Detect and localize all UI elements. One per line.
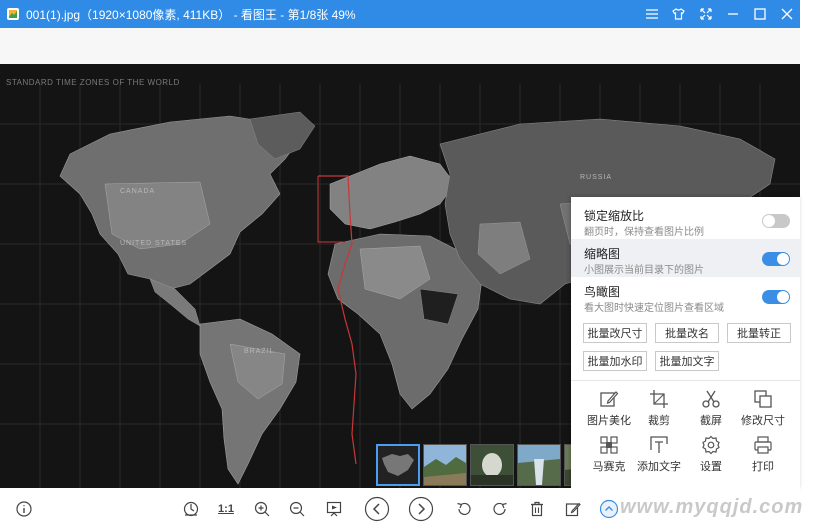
maximize-icon[interactable] — [746, 0, 773, 28]
tool-label: 马赛克 — [592, 461, 626, 473]
slideshow-icon[interactable] — [321, 496, 347, 522]
map-title: STANDARD TIME ZONES OF THE WORLD — [6, 78, 180, 87]
map-label-brazil: BRAZIL — [244, 348, 275, 355]
thumbnail-item[interactable] — [517, 444, 561, 486]
lock-zoom-toggle[interactable] — [762, 214, 790, 228]
tool-screenshot[interactable]: 截屏 — [685, 389, 737, 429]
printer-icon — [753, 435, 773, 455]
thumbnail-item[interactable] — [470, 444, 514, 486]
tool-label: 添加文字 — [637, 461, 681, 473]
tool-label: 裁剪 — [648, 415, 670, 427]
window-title: 001(1).jpg（1920×1080像素, 411KB） - 看图王 - 第… — [26, 7, 356, 22]
menu-icon[interactable] — [638, 0, 665, 28]
setting-desc: 小图展示当前目录下的图片 — [584, 265, 704, 276]
crop-icon — [649, 389, 669, 409]
setting-desc: 看大图时快速定位图片查看区域 — [584, 303, 724, 314]
batch-add-text-button[interactable]: 批量加文字 — [655, 351, 719, 371]
map-label-canada: CANADA — [120, 188, 156, 195]
gear-icon — [701, 435, 721, 455]
right-gutter — [800, 0, 825, 531]
map-label-russia: RUSSIA — [580, 174, 613, 181]
resize-icon — [753, 389, 773, 409]
rotate-right-icon[interactable] — [487, 496, 513, 522]
scissors-icon — [701, 389, 721, 409]
setting-title: 锁定缩放比 — [584, 209, 645, 223]
batch-resize-button[interactable]: 批量改尺寸 — [583, 323, 647, 343]
birdseye-toggle[interactable] — [762, 290, 790, 304]
tool-label: 图片美化 — [587, 415, 631, 427]
thumbnail-item[interactable] — [376, 444, 420, 486]
zoom-in-icon[interactable] — [249, 496, 275, 522]
settings-popup: 锁定缩放比 翻页时，保持查看图片比例 缩略图 小图展示当前目录下的图片 鸟瞰图 … — [571, 197, 800, 488]
setting-lock-zoom[interactable]: 锁定缩放比 翻页时，保持查看图片比例 — [571, 201, 800, 239]
watermark-text: www.myqqjd.com — [620, 496, 804, 518]
setting-title: 缩略图 — [584, 247, 621, 261]
thumbnails-toggle[interactable] — [762, 252, 790, 266]
prev-button[interactable] — [364, 496, 390, 522]
actual-size-button[interactable]: 1:1 — [213, 496, 239, 522]
tool-add-text[interactable]: 添加文字 — [633, 435, 685, 475]
tool-label: 修改尺寸 — [741, 415, 785, 427]
tool-print[interactable]: 打印 — [737, 435, 789, 475]
toolbar-area — [0, 28, 800, 64]
actual-size-label: 1:1 — [218, 503, 234, 515]
batch-rotate-button[interactable]: 批量转正 — [727, 323, 791, 343]
edit-icon — [599, 389, 619, 409]
tool-label: 打印 — [752, 461, 774, 473]
tool-mosaic[interactable]: 马赛克 — [583, 435, 635, 475]
delete-icon[interactable] — [524, 496, 550, 522]
tool-settings[interactable]: 设置 — [685, 435, 737, 475]
batch-rename-button[interactable]: 批量改名 — [655, 323, 719, 343]
tool-resize[interactable]: 修改尺寸 — [737, 389, 789, 429]
more-icon[interactable] — [596, 496, 622, 522]
thumbnail-item[interactable] — [423, 444, 467, 486]
map-label-united-states: UNITED STATES — [120, 240, 188, 247]
add-text-icon — [649, 435, 669, 455]
minimize-icon[interactable] — [719, 0, 746, 28]
batch-watermark-button[interactable]: 批量加水印 — [583, 351, 647, 371]
setting-desc: 翻页时，保持查看图片比例 — [584, 227, 704, 238]
close-icon[interactable] — [773, 0, 800, 28]
next-button[interactable] — [408, 496, 434, 522]
app-icon — [6, 7, 20, 21]
fit-icon[interactable] — [178, 496, 204, 522]
title-bar: 001(1).jpg（1920×1080像素, 411KB） - 看图王 - 第… — [0, 0, 800, 28]
tool-label: 设置 — [700, 461, 722, 473]
setting-title: 鸟瞰图 — [584, 285, 621, 299]
divider — [571, 380, 800, 381]
tool-label: 截屏 — [700, 415, 722, 427]
rotate-left-icon[interactable] — [451, 496, 477, 522]
setting-thumbnails[interactable]: 缩略图 小图展示当前目录下的图片 — [571, 239, 800, 277]
skin-icon[interactable] — [665, 0, 692, 28]
zoom-out-icon[interactable] — [284, 496, 310, 522]
tool-crop[interactable]: 裁剪 — [633, 389, 685, 429]
tool-beautify[interactable]: 图片美化 — [583, 389, 635, 429]
edit-icon[interactable] — [560, 496, 586, 522]
setting-birdseye[interactable]: 鸟瞰图 看大图时快速定位图片查看区域 — [571, 277, 800, 315]
info-icon[interactable] — [11, 496, 37, 522]
fullscreen-icon[interactable] — [692, 0, 719, 28]
mosaic-icon — [599, 435, 619, 455]
